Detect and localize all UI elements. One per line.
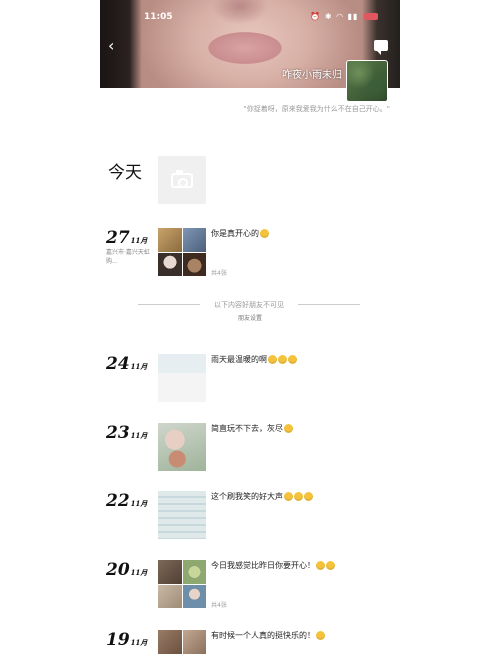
visibility-divider: 以下内容好朋友不可见 — [138, 300, 360, 309]
entry-text-content: 你是真开心的 — [211, 229, 259, 238]
entry-month: 11月 — [130, 638, 148, 647]
entry-day: 27 — [106, 228, 130, 248]
photo-thumbnail[interactable] — [158, 584, 182, 608]
emoji-icon — [284, 424, 293, 433]
bluetooth-icon: ✱ — [324, 12, 333, 21]
divider-line — [298, 304, 360, 305]
entry-text-content: 雨天最温暖的啊 — [211, 355, 267, 364]
entry-text: 今日我感觉比昨日你要开心！ — [211, 560, 335, 571]
entry-month: 11月 — [130, 362, 148, 371]
entry-date: 2011月 — [106, 560, 147, 580]
entry-text: 这个刷我笑的好大声 — [211, 491, 313, 502]
entry-date: 2311月 — [106, 423, 147, 443]
moments-screen: 11:05 ⏰ ✱ ◠ ▮▮ ‹ 咋夜小雨未归 "你捉着呀，原来我爱我为什么不在… — [100, 0, 400, 666]
photo-thumbnail[interactable] — [158, 560, 182, 584]
photo-thumbnail[interactable] — [158, 491, 206, 539]
entry-date: 2211月 — [106, 491, 147, 511]
photo-thumbnail[interactable] — [158, 252, 182, 276]
entry-date: 2411月 — [106, 354, 147, 374]
emoji-icon — [260, 229, 269, 238]
photo-grid[interactable] — [158, 630, 206, 666]
alarm-icon: ⏰ — [310, 12, 322, 21]
add-post-button[interactable] — [158, 156, 206, 204]
photo-grid[interactable] — [158, 560, 206, 608]
photo-thumbnail[interactable] — [182, 252, 206, 276]
photo-thumbnail[interactable] — [182, 630, 206, 654]
emoji-icon — [316, 561, 325, 570]
entry-month: 11月 — [130, 568, 148, 577]
entry-location[interactable]: 嘉兴市·嘉兴天虹购... — [106, 248, 152, 266]
entry-text: 简直玩不下去，灰尽 — [211, 423, 293, 434]
emoji-icon — [316, 631, 325, 640]
camera-icon — [171, 170, 193, 188]
status-time: 11:05 — [144, 12, 173, 22]
photo-count: 共4张 — [211, 270, 227, 277]
photo-thumbnail[interactable] — [158, 354, 206, 402]
entry-month: 11月 — [130, 499, 148, 508]
photo-count: 共4张 — [211, 602, 227, 609]
wifi-icon: ◠ — [336, 12, 345, 21]
entry-month: 11月 — [130, 236, 148, 245]
emoji-icon — [326, 561, 335, 570]
entry-date: 1911月 — [106, 630, 147, 650]
entry-text: 雨天最温暖的啊 — [211, 354, 297, 365]
photo-thumbnail[interactable] — [182, 228, 206, 252]
entry-text-content: 今日我感觉比昨日你要开心！ — [211, 561, 315, 570]
emoji-icon — [294, 492, 303, 501]
status-icons: ⏰ ✱ ◠ ▮▮ — [310, 12, 378, 21]
photo-thumbnail[interactable] — [158, 630, 182, 654]
message-icon[interactable] — [374, 40, 388, 55]
photo-grid[interactable] — [158, 228, 206, 276]
status-bar: 11:05 ⏰ ✱ ◠ ▮▮ — [100, 10, 400, 28]
profile-nickname: 咋夜小雨未归 — [282, 70, 342, 81]
today-label: 今天 — [108, 163, 142, 183]
profile-signature: "你捉着呀，原来我爱我为什么不在自己开心。" — [243, 105, 390, 113]
battery-icon — [364, 13, 378, 20]
entry-text: 有时候一个人真的挺快乐的！ — [211, 630, 325, 641]
entry-day: 19 — [106, 630, 130, 650]
entry-text-content: 有时候一个人真的挺快乐的！ — [211, 631, 315, 640]
entry-day: 24 — [106, 354, 130, 374]
entry-text: 你是真开心的 — [211, 228, 269, 239]
photo-grid[interactable] — [158, 354, 206, 402]
photo-grid[interactable] — [158, 491, 206, 539]
visibility-notice: 以下内容好朋友不可见 — [214, 301, 284, 309]
emoji-icon — [278, 355, 287, 364]
emoji-icon — [288, 355, 297, 364]
friend-settings-link[interactable]: 朋友设置 — [100, 313, 400, 322]
entry-day: 23 — [106, 423, 130, 443]
entry-text-content: 简直玩不下去，灰尽 — [211, 424, 283, 433]
entry-month: 11月 — [130, 431, 148, 440]
emoji-icon — [268, 355, 277, 364]
back-icon[interactable]: ‹ — [108, 38, 114, 54]
entry-text-content: 这个刷我笑的好大声 — [211, 492, 283, 501]
emoji-icon — [284, 492, 293, 501]
photo-thumbnail[interactable] — [182, 560, 206, 584]
entry-date: 2711月 — [106, 228, 147, 248]
photo-grid[interactable] — [158, 423, 206, 471]
signal-icon: ▮▮ — [347, 12, 359, 21]
photo-thumbnail[interactable] — [158, 423, 206, 471]
emoji-icon — [304, 492, 313, 501]
avatar[interactable] — [346, 60, 388, 102]
entry-day: 22 — [106, 491, 130, 511]
photo-thumbnail[interactable] — [182, 584, 206, 608]
entry-day: 20 — [106, 560, 130, 580]
photo-thumbnail[interactable] — [158, 228, 182, 252]
